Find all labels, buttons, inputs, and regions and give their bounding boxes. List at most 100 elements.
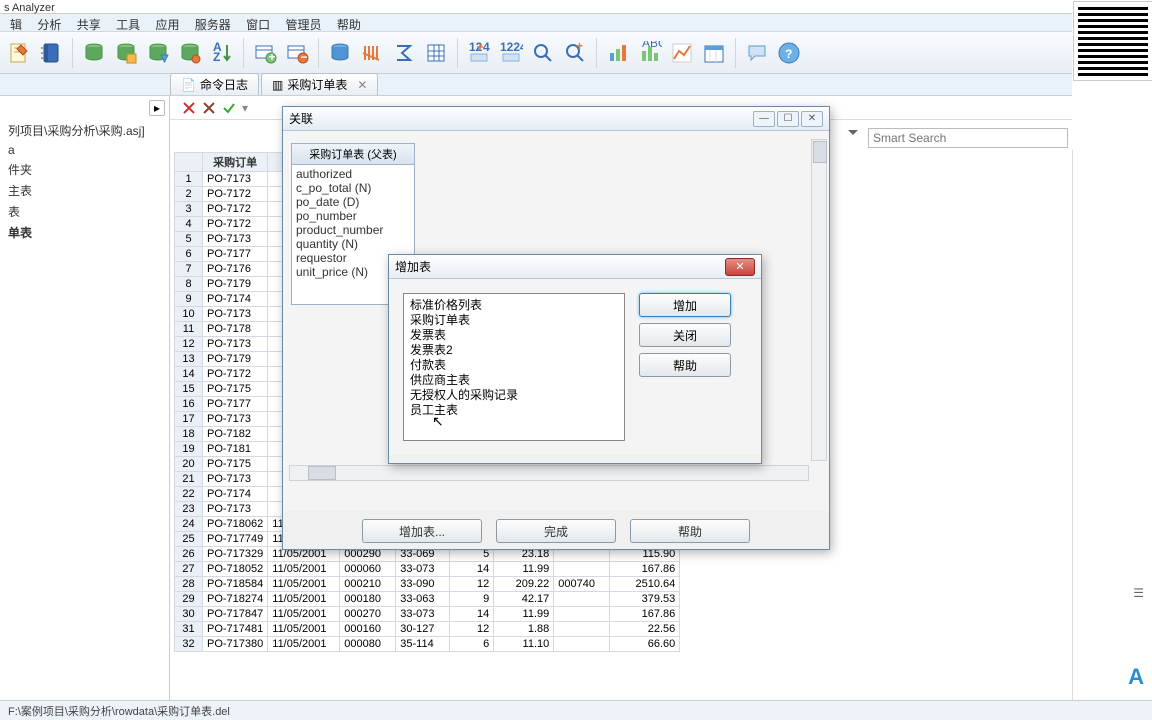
chart-line-icon[interactable] (667, 38, 697, 68)
count-icon[interactable] (357, 38, 387, 68)
cell[interactable]: 167.86 (610, 607, 680, 622)
cell[interactable]: 11/05/2001 (268, 607, 340, 622)
calendar-icon[interactable] (699, 38, 729, 68)
check-icon[interactable] (222, 101, 236, 115)
row-number[interactable]: 16 (175, 397, 203, 412)
row-number[interactable]: 27 (175, 562, 203, 577)
row-number[interactable]: 23 (175, 502, 203, 517)
menu-item[interactable]: 工具 (116, 18, 140, 32)
label-1224-icon[interactable]: 1224 (496, 38, 526, 68)
cell[interactable]: PO-7178 (203, 322, 268, 337)
cell[interactable] (554, 562, 610, 577)
cell[interactable]: 33-073 (396, 607, 450, 622)
cell[interactable] (554, 592, 610, 607)
sidebar-item[interactable]: 单表 (4, 222, 165, 243)
row-number[interactable]: 28 (175, 577, 203, 592)
cell[interactable]: 14 (450, 607, 494, 622)
label-124-icon[interactable]: 124 (464, 38, 494, 68)
add-button[interactable]: 增加 (639, 293, 731, 317)
row-number[interactable]: 15 (175, 382, 203, 397)
horizontal-scrollbar[interactable] (289, 465, 809, 481)
menu-item[interactable]: 辑 (10, 18, 22, 32)
cell[interactable]: 000270 (340, 607, 396, 622)
cell[interactable]: PO-718584 (203, 577, 268, 592)
cell[interactable]: PO-7177 (203, 247, 268, 262)
help-button[interactable]: 帮助 (630, 519, 750, 543)
field-dropdown-icon[interactable] (848, 130, 858, 140)
help-icon[interactable]: ? (774, 38, 804, 68)
cell[interactable]: 35-114 (396, 637, 450, 652)
sigma-icon[interactable] (389, 38, 419, 68)
search-input[interactable] (868, 128, 1068, 148)
cell[interactable]: PO-7172 (203, 217, 268, 232)
dropdown-icon[interactable]: ▾ (242, 101, 248, 115)
row-number[interactable]: 21 (175, 472, 203, 487)
field-item[interactable]: po_number (296, 209, 410, 223)
field-item[interactable]: authorized (296, 167, 410, 181)
cell[interactable]: PO-7172 (203, 367, 268, 382)
tables-listbox[interactable]: 标准价格列表采购订单表发票表发票表2付款表供应商主表无授权人的采购记录员工主表 (403, 293, 625, 441)
cell[interactable]: PO-7173 (203, 232, 268, 247)
row-number[interactable]: 18 (175, 427, 203, 442)
cell[interactable]: 11/05/2001 (268, 622, 340, 637)
notepad-icon[interactable] (4, 38, 34, 68)
close-icon[interactable]: ✕ (801, 111, 823, 127)
list-item[interactable]: 发票表2 (410, 343, 618, 358)
cell[interactable]: PO-7173 (203, 472, 268, 487)
cell[interactable]: PO-7177 (203, 397, 268, 412)
row-number[interactable]: 8 (175, 277, 203, 292)
cell[interactable]: 000180 (340, 592, 396, 607)
menu-item[interactable]: 共享 (77, 18, 101, 32)
row-number[interactable]: 17 (175, 412, 203, 427)
cell[interactable]: PO-7182 (203, 427, 268, 442)
cell[interactable]: 33-090 (396, 577, 450, 592)
row-number[interactable]: 6 (175, 247, 203, 262)
minimize-icon[interactable]: — (753, 111, 775, 127)
row-number[interactable]: 12 (175, 337, 203, 352)
zoom-plus-icon[interactable]: + (560, 38, 590, 68)
cell[interactable]: PO-7179 (203, 352, 268, 367)
sort-az-icon[interactable]: AZ (207, 38, 237, 68)
cell[interactable]: 22.56 (610, 622, 680, 637)
cell[interactable]: 000160 (340, 622, 396, 637)
x-red-icon[interactable] (182, 101, 196, 115)
x-dark-icon[interactable] (202, 101, 216, 115)
cell[interactable]: PO-7172 (203, 202, 268, 217)
cell[interactable]: PO-717380 (203, 637, 268, 652)
cell[interactable]: PO-7173 (203, 307, 268, 322)
menu-item[interactable]: 窗口 (246, 18, 270, 32)
tab-command-log[interactable]: 📄 命令日志 (170, 73, 259, 95)
cell[interactable]: 11/05/2001 (268, 637, 340, 652)
cell[interactable]: PO-7175 (203, 457, 268, 472)
row-number[interactable]: 9 (175, 292, 203, 307)
cell[interactable]: 66.60 (610, 637, 680, 652)
cell[interactable]: 6 (450, 637, 494, 652)
row-number[interactable]: 3 (175, 202, 203, 217)
cell[interactable]: 14 (450, 562, 494, 577)
row-number[interactable]: 20 (175, 457, 203, 472)
cell[interactable]: 209.22 (494, 577, 554, 592)
cell[interactable]: 33-063 (396, 592, 450, 607)
row-number[interactable]: 30 (175, 607, 203, 622)
row-number[interactable]: 2 (175, 187, 203, 202)
cell[interactable]: PO-7173 (203, 502, 268, 517)
db-blue-icon[interactable] (325, 38, 355, 68)
vertical-scrollbar[interactable] (811, 139, 827, 461)
cell[interactable]: PO-717847 (203, 607, 268, 622)
row-number[interactable]: 5 (175, 232, 203, 247)
cell[interactable]: PO-7175 (203, 382, 268, 397)
cell[interactable]: PO-717749 (203, 532, 268, 547)
cell[interactable]: PO-7173 (203, 412, 268, 427)
list-item[interactable]: 供应商主表 (410, 373, 618, 388)
zoom-icon[interactable] (528, 38, 558, 68)
field-item[interactable]: product_number (296, 223, 410, 237)
cell[interactable]: 30-127 (396, 622, 450, 637)
sidebar-item[interactable]: 表 (4, 201, 165, 222)
cell[interactable]: 1.88 (494, 622, 554, 637)
cell[interactable]: 2510.64 (610, 577, 680, 592)
cell[interactable] (554, 637, 610, 652)
cell[interactable]: 000740 (554, 577, 610, 592)
cell[interactable]: PO-7174 (203, 487, 268, 502)
row-number[interactable]: 7 (175, 262, 203, 277)
row-number[interactable]: 25 (175, 532, 203, 547)
